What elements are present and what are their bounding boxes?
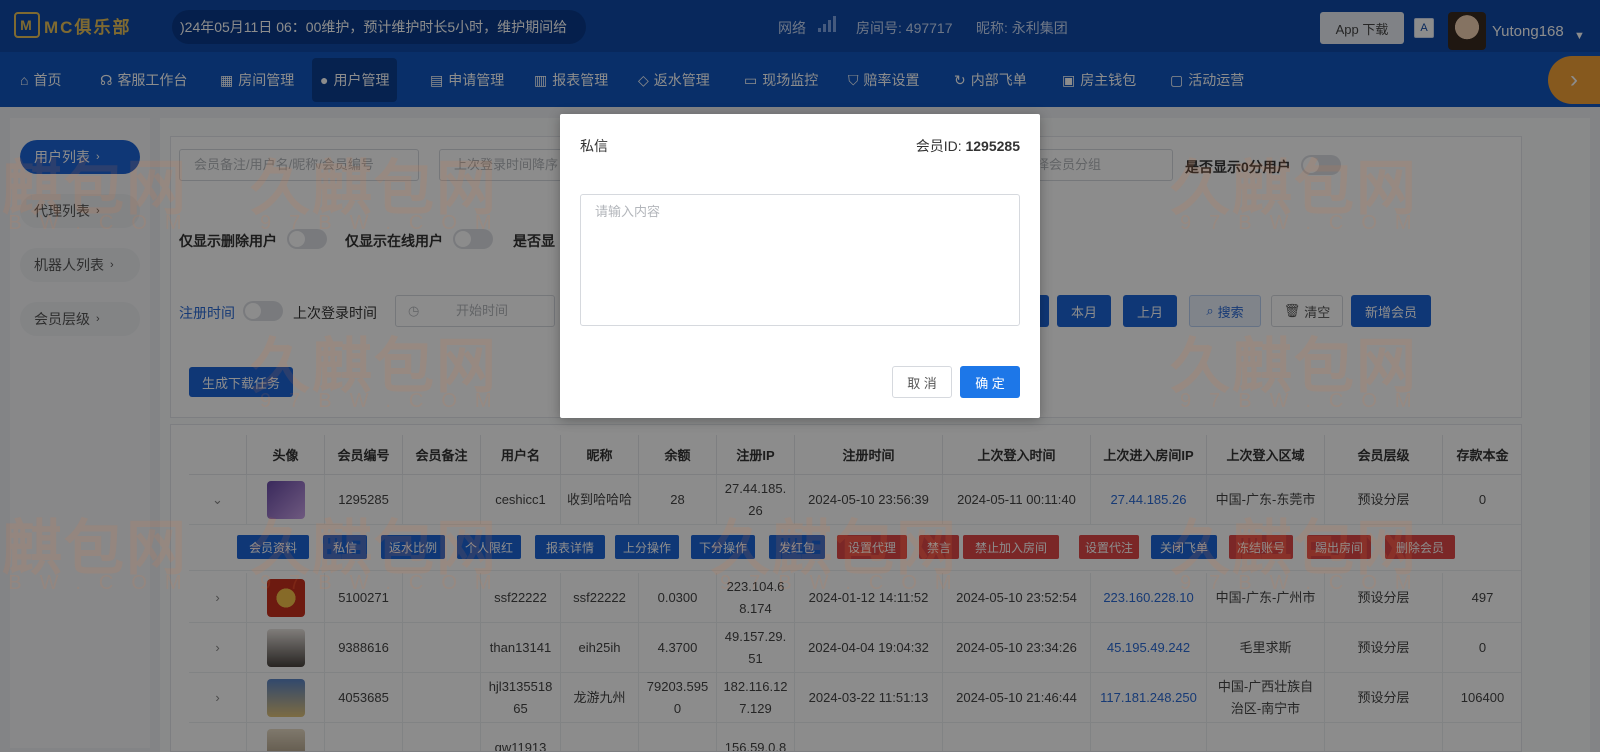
message-textarea[interactable] <box>580 194 1020 326</box>
member-id-label: 会员ID: <box>915 138 966 154</box>
dialog-title: 私信 <box>580 138 608 154</box>
private-message-dialog: 私信 会员ID: 1295285 取 消 确 定 <box>560 114 1040 418</box>
confirm-button[interactable]: 确 定 <box>960 366 1020 398</box>
dialog-member-id: 会员ID: 1295285 <box>916 136 1020 156</box>
member-id-value: 1295285 <box>965 138 1020 154</box>
cancel-button[interactable]: 取 消 <box>892 366 952 398</box>
